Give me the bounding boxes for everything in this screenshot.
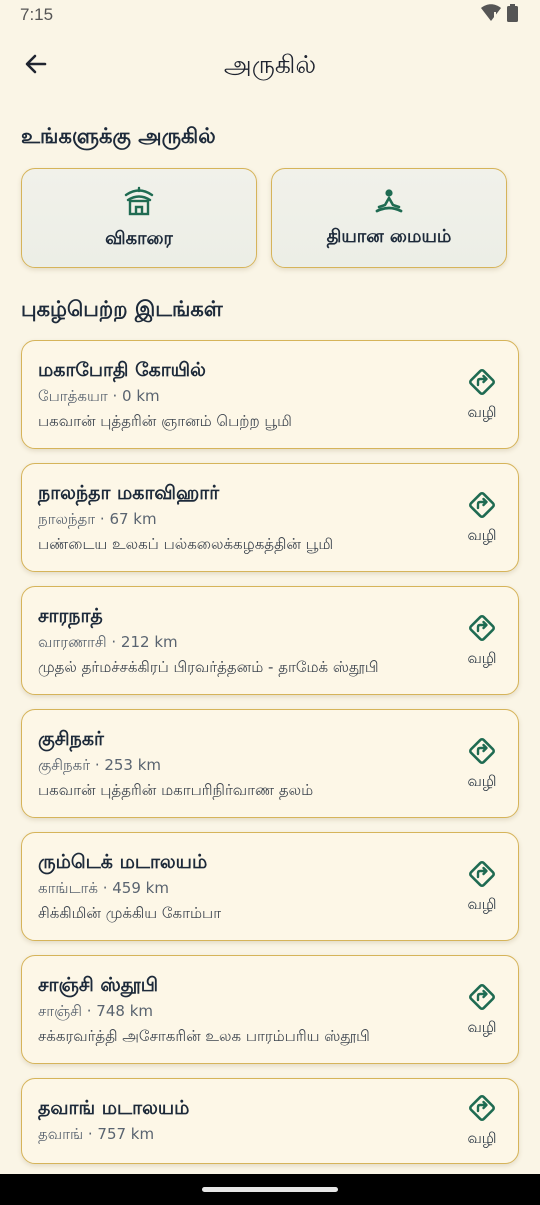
directions-label: வழி	[467, 525, 497, 544]
place-card[interactable]: குசிநகர் குசிநகர் · 253 km பகவான் புத்தரின…	[21, 709, 519, 818]
place-location-distance: தவாங் · 757 km	[38, 1125, 155, 1143]
place-card[interactable]: தவாங் மடாலயம் தவாங் · 757 km வழி	[21, 1078, 519, 1164]
home-gesture-handle[interactable]	[202, 1187, 338, 1192]
directions-icon	[467, 490, 497, 524]
famous-places-list: மகாபோதி கோயில் போத்கயா · 0 km பகவான் புத்த…	[21, 340, 519, 1178]
meditation-center-label: தியான மையம்	[326, 225, 452, 247]
directions-icon	[467, 736, 497, 770]
place-location-distance: போத்கயா · 0 km	[38, 387, 160, 405]
place-card[interactable]: சாரநாத் வாரணாசி · 212 km முதல் தர்மச்சக்கி…	[21, 586, 519, 695]
place-name: மகாபோதி கோயில்	[38, 359, 206, 381]
wifi-icon	[481, 4, 501, 26]
place-name: ரும்டெக் மடாலயம்	[38, 851, 208, 873]
place-card[interactable]: சாஞ்சி ஸ்தூபி சாஞ்சி · 748 km சக்கரவர்த்தி…	[21, 955, 519, 1064]
directions-button[interactable]: வழி	[460, 613, 504, 669]
directions-label: வழி	[467, 771, 497, 790]
directions-label: வழி	[467, 1017, 497, 1036]
place-location-distance: குசிநகர் · 253 km	[38, 756, 162, 774]
status-icons	[481, 4, 518, 26]
directions-button[interactable]: வழி	[460, 736, 504, 792]
directions-label: வழி	[467, 402, 497, 421]
famous-places-heading: புகழ்பெற்ற இடங்கள்	[21, 297, 223, 321]
nearby-cards: விகாரை தியான மையம்	[21, 168, 507, 268]
meditation-center-card[interactable]: தியான மையம்	[271, 168, 507, 268]
nearby-heading: உங்களுக்கு அருகில்	[21, 124, 216, 148]
place-name: தவாங் மடாலயம்	[38, 1097, 190, 1119]
place-name: சாரநாத்	[38, 605, 103, 627]
meditation-icon	[374, 188, 404, 218]
place-description: பகவான் புத்தரின் மகாபரிநிர்வாண தலம்	[38, 781, 314, 799]
place-location-distance: நாலந்தா · 67 km	[38, 510, 157, 528]
arrow-left-icon	[23, 51, 49, 81]
place-name: நாலந்தா மகாவிஹார்	[38, 482, 220, 504]
temple-icon	[123, 186, 155, 220]
directions-button[interactable]: வழி	[460, 982, 504, 1038]
directions-button[interactable]: வழி	[460, 367, 504, 423]
battery-icon	[507, 4, 518, 26]
directions-icon	[467, 1093, 497, 1127]
directions-button[interactable]: வழி	[460, 859, 504, 915]
place-description: பகவான் புத்தரின் ஞானம் பெற்ற பூமி	[38, 412, 292, 430]
directions-icon	[467, 859, 497, 893]
system-nav-bar	[0, 1174, 540, 1205]
directions-icon	[467, 367, 497, 401]
directions-icon	[467, 613, 497, 647]
place-description: சிக்கிமின் முக்கிய கோம்பா	[38, 904, 222, 922]
place-card[interactable]: ரும்டெக் மடாலயம் காங்டாக் · 459 km சிக்கிம…	[21, 832, 519, 941]
place-description: பண்டைய உலகப் பல்கலைக்கழகத்தின் பூமி	[38, 535, 334, 553]
place-name: சாஞ்சி ஸ்தூபி	[38, 974, 159, 996]
directions-label: வழி	[467, 648, 497, 667]
status-time: 7:15	[20, 5, 54, 24]
place-description: சக்கரவர்த்தி அசோகரின் உலக பாரம்பரிய ஸ்தூ…	[38, 1027, 370, 1045]
place-name: குசிநகர்	[38, 728, 104, 750]
directions-icon	[467, 982, 497, 1016]
directions-label: வழி	[467, 1129, 497, 1147]
place-description: முதல் தர்மச்சக்கிரப் பிரவர்த்தனம் - தாமே…	[38, 658, 379, 676]
vihara-label: விகாரை	[105, 227, 173, 249]
directions-label: வழி	[467, 894, 497, 913]
place-card[interactable]: நாலந்தா மகாவிஹார் நாலந்தா · 67 km பண்டைய உ…	[21, 463, 519, 572]
back-button[interactable]	[18, 48, 54, 84]
place-card[interactable]: மகாபோதி கோயில் போத்கயா · 0 km பகவான் புத்த…	[21, 340, 519, 449]
vihara-card[interactable]: விகாரை	[21, 168, 257, 268]
directions-button[interactable]: வழி	[460, 490, 504, 546]
place-location-distance: காங்டாக் · 459 km	[38, 879, 169, 897]
place-location-distance: சாஞ்சி · 748 km	[38, 1002, 154, 1020]
app-bar: அருகில்	[0, 36, 540, 96]
directions-button[interactable]: வழி	[460, 1093, 504, 1149]
status-bar: 7:15	[0, 0, 540, 30]
place-location-distance: வாரணாசி · 212 km	[38, 633, 178, 651]
page-title: அருகில்	[223, 49, 317, 79]
